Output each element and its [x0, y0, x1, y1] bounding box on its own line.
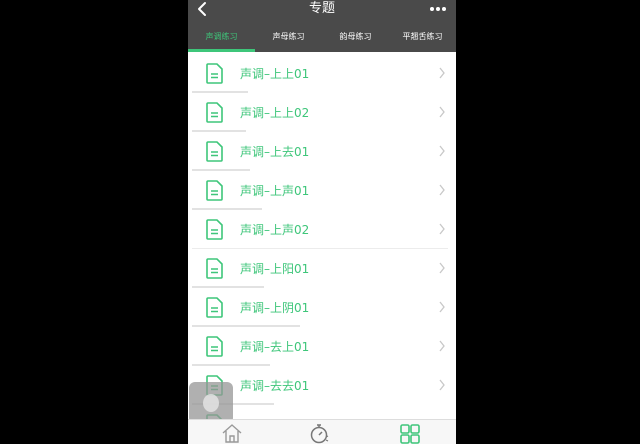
nav-home-button[interactable] [220, 423, 244, 444]
more-menu-button[interactable] [430, 3, 448, 15]
list-item-label: 声调–上声02 [240, 223, 310, 237]
list-item[interactable]: 声调–上阴01 [188, 288, 456, 327]
chevron-right-icon [439, 301, 445, 313]
more-dot [442, 7, 446, 11]
floating-button-knob [203, 394, 219, 412]
chevron-right-icon [439, 67, 445, 79]
floating-assistive-button[interactable] [189, 382, 233, 424]
chevron-right-icon [439, 145, 445, 157]
chevron-left-icon [198, 2, 206, 16]
chevron-right-icon [439, 223, 445, 235]
top-bar: 专题 声调练习 声母练习 韵母练习 平翘舌练习 [188, 0, 456, 52]
list-item[interactable]: 声调–上声01 [188, 171, 456, 210]
nav-timer-button[interactable] [308, 423, 332, 444]
list-item-label: 声调–去上01 [240, 340, 310, 354]
topic-list: 声调–上上01 声调–上上02 声调–上去01 声调–上声01 声调–上声02 [188, 52, 456, 419]
list-item[interactable]: 声调–上上01 [188, 54, 456, 93]
back-button[interactable] [196, 1, 216, 19]
tab-bar: 声调练习 声母练习 韵母练习 平翘舌练习 [188, 24, 456, 52]
chevron-right-icon [439, 262, 445, 274]
document-icon [206, 258, 223, 279]
tab-retroflex-practice[interactable]: 平翘舌练习 [389, 24, 456, 52]
list-item-label: 声调–上阴01 [240, 301, 310, 315]
tab-tone-practice[interactable]: 声调练习 [188, 24, 255, 52]
document-icon [206, 63, 223, 84]
list-item-label: 声调–上去01 [240, 145, 310, 159]
list-item-label: 声调–上声01 [240, 184, 310, 198]
more-dots-icon [430, 7, 434, 11]
chevron-right-icon [439, 106, 445, 118]
document-icon [206, 141, 223, 162]
list-item-label: 声调–去去01 [240, 379, 310, 393]
tab-initials-practice[interactable]: 声母练习 [255, 24, 322, 52]
chevron-right-icon [439, 379, 445, 391]
more-dot [436, 7, 440, 11]
nav-grid-button[interactable] [398, 423, 422, 444]
document-icon [206, 297, 223, 318]
list-item[interactable]: 声调–上声02 [188, 210, 456, 249]
list-item-label: 声调–上上01 [240, 67, 310, 81]
bottom-nav-bar [188, 419, 456, 444]
document-icon [206, 102, 223, 123]
app-screen: 专题 声调练习 声母练习 韵母练习 平翘舌练习 声调–上上01 声调–上上02 [188, 0, 456, 444]
list-item-label: 声调–上阳01 [240, 262, 310, 276]
document-icon [206, 336, 223, 357]
title-bar: 专题 [188, 0, 456, 22]
chevron-right-icon [439, 184, 445, 196]
document-icon [206, 219, 223, 240]
chevron-right-icon [439, 340, 445, 352]
document-icon [206, 180, 223, 201]
list-item[interactable]: 声调–去上01 [188, 327, 456, 366]
grid-icon [400, 424, 420, 444]
stopwatch-icon [310, 424, 329, 444]
list-item[interactable]: 声调–上去01 [188, 132, 456, 171]
tab-finals-practice[interactable]: 韵母练习 [322, 24, 389, 52]
home-icon [222, 424, 242, 443]
list-item[interactable]: 声调–上阳01 [188, 249, 456, 288]
list-item[interactable]: 声调–上上02 [188, 93, 456, 132]
list-item-label: 声调–上上02 [240, 106, 310, 120]
page-title: 专题 [308, 1, 335, 16]
